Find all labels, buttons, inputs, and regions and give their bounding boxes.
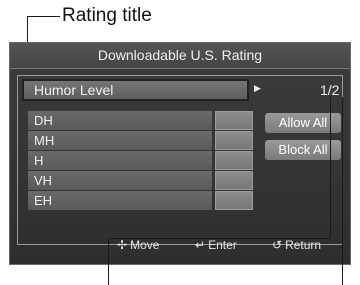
rating-row[interactable]: VH [28, 171, 255, 190]
callout-line [27, 16, 60, 17]
enter-icon: ↵ [195, 238, 206, 252]
four-way-arrow-icon: ✢ [117, 238, 128, 252]
rating-lock-toggle[interactable] [215, 191, 253, 210]
rating-lock-toggle[interactable] [215, 131, 253, 150]
rating-row[interactable]: MH [28, 131, 255, 150]
rating-row-label: DH [28, 111, 212, 130]
rating-lock-toggle[interactable] [215, 171, 253, 190]
rating-row[interactable]: H [28, 151, 255, 170]
rating-title-bar[interactable]: Humor Level [22, 79, 249, 101]
rating-row-label: H [28, 151, 212, 170]
rating-lock-toggle[interactable] [215, 151, 253, 170]
triangle-right-icon[interactable]: ▶ [254, 83, 261, 94]
rating-row[interactable]: DH [28, 111, 255, 130]
callout-line [108, 238, 109, 285]
callout-line [330, 97, 331, 238]
rating-row-label: MH [28, 131, 212, 150]
footer-move-label: Move [130, 238, 160, 252]
return-icon: ↺ [272, 238, 283, 252]
callout-line [108, 238, 331, 239]
rating-row[interactable]: EH [28, 191, 255, 210]
rating-row-label: EH [28, 191, 212, 210]
rating-row-label: VH [28, 171, 212, 190]
annotation-label: Rating title [62, 5, 152, 26]
rating-lock-toggle[interactable] [215, 111, 253, 130]
window-title: Downloadable U.S. Rating [10, 43, 350, 69]
callout-line [342, 97, 343, 285]
footer-enter-label: Enter [208, 238, 237, 252]
footer-return-label: Return [285, 238, 322, 252]
